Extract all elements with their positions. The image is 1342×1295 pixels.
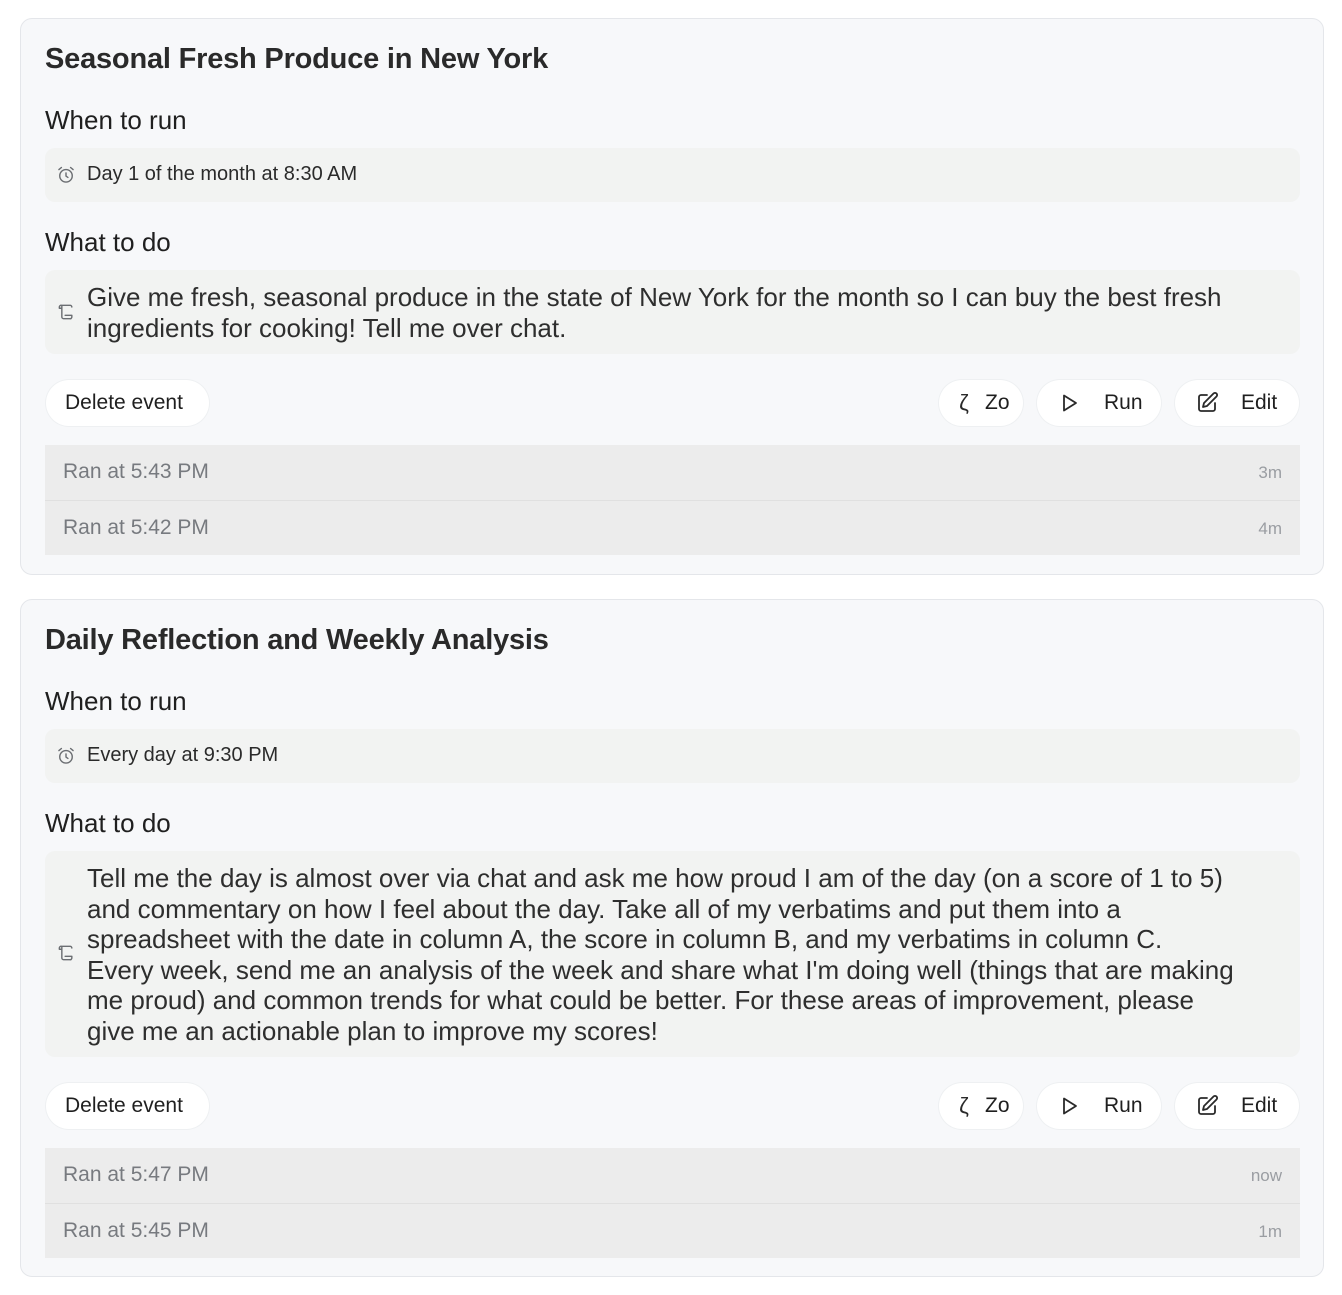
prompt-text: Tell me the day is almost over via chat …: [87, 863, 1288, 1046]
delete-event-label: Delete event: [65, 391, 183, 414]
run-history-row[interactable]: Ran at 5:43 PM 3m: [45, 445, 1300, 500]
delete-event-button[interactable]: Delete event: [46, 380, 209, 426]
prompt-line: Tell me the day is almost over via chat …: [87, 863, 1223, 893]
prompt-line: spreadsheet with the date in column A, t…: [87, 924, 1163, 954]
when-to-run-label: When to run: [45, 105, 187, 135]
run-time: Ran at 5:42 PM: [63, 516, 209, 539]
run-history: Ran at 5:43 PM 3m Ran at 5:42 PM 4m: [45, 445, 1300, 555]
schedule-text: Every day at 9:30 PM: [87, 744, 279, 766]
zo-label: Zo: [985, 1094, 1010, 1117]
event-card: Seasonal Fresh Produce in New York When …: [20, 18, 1324, 575]
run-history: Ran at 5:47 PM now Ran at 5:45 PM 1m: [45, 1148, 1300, 1258]
run-history-row[interactable]: Ran at 5:42 PM 4m: [45, 500, 1300, 555]
what-to-do-label: What to do: [45, 227, 171, 257]
event-card: Daily Reflection and Weekly Analysis Whe…: [20, 599, 1324, 1277]
schedule-field[interactable]: Day 1 of the month at 8:30 AM: [45, 148, 1300, 202]
run-age: now: [1250, 1166, 1282, 1185]
run-history-row[interactable]: Ran at 5:45 PM 1m: [45, 1203, 1300, 1258]
run-time: Ran at 5:45 PM: [63, 1219, 209, 1242]
prompt-field[interactable]: Give me fresh, seasonal produce in the s…: [45, 270, 1300, 354]
delete-event-label: Delete event: [65, 1094, 183, 1117]
run-age: 1m: [1258, 1222, 1282, 1241]
schedule-text: Day 1 of the month at 8:30 AM: [87, 163, 358, 185]
play-icon: [1063, 1097, 1077, 1115]
prompt-line: and commentary on how I feel about the d…: [87, 893, 1121, 924]
run-age: 4m: [1258, 519, 1282, 538]
prompt-line: Give me fresh, seasonal produce in the s…: [87, 282, 1222, 312]
run-label: Run: [1104, 391, 1143, 414]
edit-icon: [1198, 1095, 1218, 1115]
zo-logo-icon: ζ: [959, 1093, 969, 1118]
schedule-field[interactable]: Every day at 9:30 PM: [45, 729, 1300, 783]
run-button[interactable]: Run: [1037, 380, 1161, 426]
run-age: 3m: [1258, 463, 1282, 482]
prompt-line: give me an actionable plan to improve my…: [87, 1015, 658, 1046]
run-history-row[interactable]: Ran at 5:47 PM now: [45, 1148, 1300, 1203]
zo-button[interactable]: ζ Zo: [939, 380, 1023, 426]
event-title: Seasonal Fresh Produce in New York: [45, 43, 549, 75]
prompt-text: Give me fresh, seasonal produce in the s…: [87, 282, 1288, 343]
play-icon: [1063, 394, 1077, 412]
run-button[interactable]: Run: [1037, 1083, 1161, 1129]
edit-label: Edit: [1241, 391, 1278, 414]
scroll-icon: [58, 945, 73, 961]
what-to-do-label: What to do: [45, 808, 171, 838]
prompt-field[interactable]: Tell me the day is almost over via chat …: [45, 851, 1300, 1057]
alarm-clock-icon: [58, 166, 74, 183]
delete-event-button[interactable]: Delete event: [46, 1083, 209, 1129]
prompt-line: Every week, send me an analysis of the w…: [87, 954, 1234, 985]
event-title: Daily Reflection and Weekly Analysis: [45, 624, 549, 656]
run-label: Run: [1104, 1094, 1143, 1117]
edit-button[interactable]: Edit: [1175, 1083, 1299, 1129]
scroll-icon: [58, 304, 73, 320]
zo-label: Zo: [985, 391, 1010, 414]
zo-logo-icon: ζ: [959, 390, 969, 415]
run-time: Ran at 5:47 PM: [63, 1163, 209, 1186]
zo-button[interactable]: ζ Zo: [939, 1083, 1023, 1129]
prompt-line: ingredients for cooking! Tell me over ch…: [87, 312, 567, 343]
when-to-run-label: When to run: [45, 686, 187, 716]
run-time: Ran at 5:43 PM: [63, 460, 209, 483]
alarm-clock-icon: [58, 747, 74, 764]
edit-label: Edit: [1241, 1094, 1278, 1117]
prompt-line: me proud) and common trends for what cou…: [87, 985, 1195, 1015]
edit-button[interactable]: Edit: [1175, 380, 1299, 426]
edit-icon: [1198, 392, 1218, 412]
